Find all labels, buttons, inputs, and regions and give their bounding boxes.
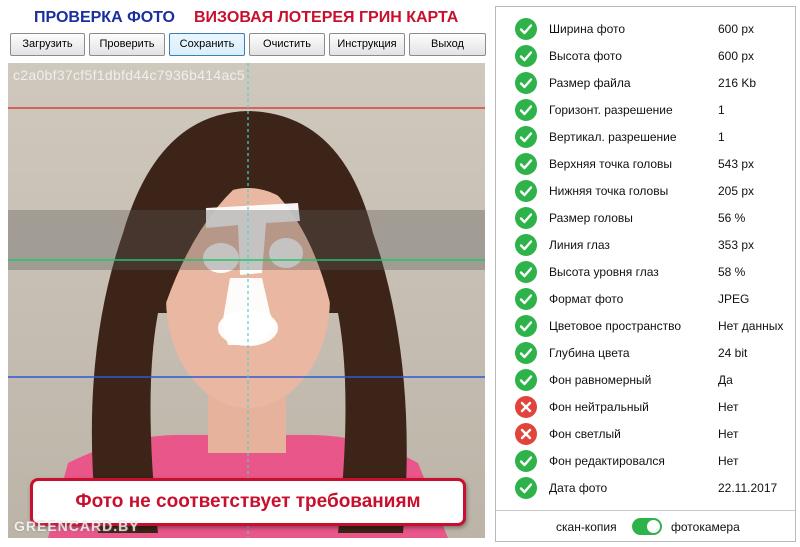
check-value: 22.11.2017 bbox=[718, 481, 778, 495]
check-value: Нет bbox=[718, 427, 739, 441]
check-row: Фон редактировался Нет bbox=[496, 447, 795, 474]
portrait-image bbox=[8, 63, 485, 538]
load-button[interactable]: Загрузить bbox=[10, 33, 85, 56]
check-fail-icon bbox=[515, 396, 537, 418]
check-label: Высота фото bbox=[549, 49, 622, 63]
check-label: Цветовое пространство bbox=[549, 319, 682, 333]
check-row: Высота уровня глаз 58 % bbox=[496, 258, 795, 285]
results-panel: Ширина фото 600 px Высота фото 600 px Размер… bbox=[495, 6, 796, 542]
photo-preview: c2a0bf37cf5f1dbfd44c7936b414ac5 Фото не … bbox=[8, 63, 485, 538]
check-ok-icon bbox=[515, 180, 537, 202]
exit-button[interactable]: Выход bbox=[409, 33, 486, 56]
check-value: 205 px bbox=[718, 184, 755, 198]
source-toggle[interactable] bbox=[632, 518, 662, 535]
clear-button[interactable]: Очистить bbox=[249, 33, 325, 56]
check-row: Вертикал. разрешение 1 bbox=[496, 123, 795, 150]
check-ok-icon bbox=[515, 45, 537, 67]
check-ok-icon bbox=[515, 126, 537, 148]
check-ok-icon bbox=[515, 315, 537, 337]
check-label: Размер файла bbox=[549, 76, 631, 90]
check-row: Цветовое пространство Нет данных bbox=[496, 312, 795, 339]
check-label: Фон нейтральный bbox=[549, 400, 649, 414]
check-ok-icon bbox=[515, 369, 537, 391]
check-ok-icon bbox=[515, 342, 537, 364]
check-value: 56 % bbox=[718, 211, 746, 225]
check-row: Фон равномерный Да bbox=[496, 366, 795, 393]
check-ok-icon bbox=[515, 207, 537, 229]
check-value: 24 bit bbox=[718, 346, 748, 360]
app-header: ПРОВЕРКА ФОТО ВИЗОВАЯ ЛОТЕРЕЯ ГРИН КАРТА bbox=[10, 6, 490, 30]
check-row: Ширина фото 600 px bbox=[496, 15, 795, 42]
check-row: Глубина цвета 24 bit bbox=[496, 339, 795, 366]
check-row: Дата фото 22.11.2017 bbox=[496, 474, 795, 501]
mode-switch: скан-копия фотокамера bbox=[496, 510, 795, 541]
check-label: Фон редактировался bbox=[549, 454, 665, 468]
check-label: Вертикал. разрешение bbox=[549, 130, 677, 144]
check-ok-icon bbox=[515, 477, 537, 499]
check-fail-icon bbox=[515, 423, 537, 445]
check-row: Размер головы 56 % bbox=[496, 204, 795, 231]
instructions-button[interactable]: Инструкция bbox=[329, 33, 405, 56]
check-value: 216 Kb bbox=[718, 76, 757, 90]
app-subtitle: ВИЗОВАЯ ЛОТЕРЕЯ ГРИН КАРТА bbox=[194, 9, 459, 26]
check-label: Фон равномерный bbox=[549, 373, 652, 387]
check-value: 600 px bbox=[718, 49, 755, 63]
check-label: Высота уровня глаз bbox=[549, 265, 659, 279]
check-label: Верхняя точка головы bbox=[549, 157, 673, 171]
check-row: Нижняя точка головы 205 px bbox=[496, 177, 795, 204]
camera-label: фотокамера bbox=[671, 520, 740, 534]
check-ok-icon bbox=[515, 72, 537, 94]
check-value: 1 bbox=[718, 103, 725, 117]
check-button[interactable]: Проверить bbox=[89, 33, 165, 56]
check-ok-icon bbox=[515, 18, 537, 40]
check-label: Линия глаз bbox=[549, 238, 610, 252]
scan-copy-label: скан-копия bbox=[556, 520, 617, 534]
check-value: 543 px bbox=[718, 157, 755, 171]
check-value: 58 % bbox=[718, 265, 746, 279]
check-ok-icon bbox=[515, 288, 537, 310]
check-row: Фон светлый Нет bbox=[496, 420, 795, 447]
check-row: Горизонт. разрешение 1 bbox=[496, 96, 795, 123]
check-label: Дата фото bbox=[549, 481, 608, 495]
check-row: Размер файла 216 Kb bbox=[496, 69, 795, 96]
check-ok-icon bbox=[515, 99, 537, 121]
check-value: Нет bbox=[718, 454, 739, 468]
check-value: Да bbox=[718, 373, 733, 387]
check-value: 1 bbox=[718, 130, 725, 144]
check-ok-icon bbox=[515, 261, 537, 283]
check-label: Формат фото bbox=[549, 292, 624, 306]
check-value: JPEG bbox=[718, 292, 750, 306]
check-value: 353 px bbox=[718, 238, 755, 252]
check-row: Высота фото 600 px bbox=[496, 42, 795, 69]
check-ok-icon bbox=[515, 234, 537, 256]
check-value: 600 px bbox=[718, 22, 755, 36]
check-row: Формат фото JPEG bbox=[496, 285, 795, 312]
photo-hash: c2a0bf37cf5f1dbfd44c7936b414ac5 bbox=[13, 67, 245, 83]
watermark: GREENCARD.BY bbox=[14, 518, 140, 534]
check-label: Глубина цвета bbox=[549, 346, 630, 360]
check-label: Горизонт. разрешение bbox=[549, 103, 673, 117]
check-ok-icon bbox=[515, 450, 537, 472]
app-title: ПРОВЕРКА ФОТО bbox=[34, 9, 175, 26]
check-label: Фон светлый bbox=[549, 427, 621, 441]
toggle-knob bbox=[647, 520, 660, 533]
check-label: Размер головы bbox=[549, 211, 633, 225]
check-ok-icon bbox=[515, 153, 537, 175]
check-value: Нет данных bbox=[718, 319, 784, 333]
check-row: Верхняя точка головы 543 px bbox=[496, 150, 795, 177]
check-row: Линия глаз 353 px bbox=[496, 231, 795, 258]
check-row: Фон нейтральный Нет bbox=[496, 393, 795, 420]
save-button[interactable]: Сохранить bbox=[169, 33, 245, 56]
check-label: Нижняя точка головы bbox=[549, 184, 669, 198]
check-label: Ширина фото bbox=[549, 22, 626, 36]
toolbar: Загрузить Проверить Сохранить Очистить И… bbox=[10, 33, 486, 56]
check-value: Нет bbox=[718, 400, 739, 414]
